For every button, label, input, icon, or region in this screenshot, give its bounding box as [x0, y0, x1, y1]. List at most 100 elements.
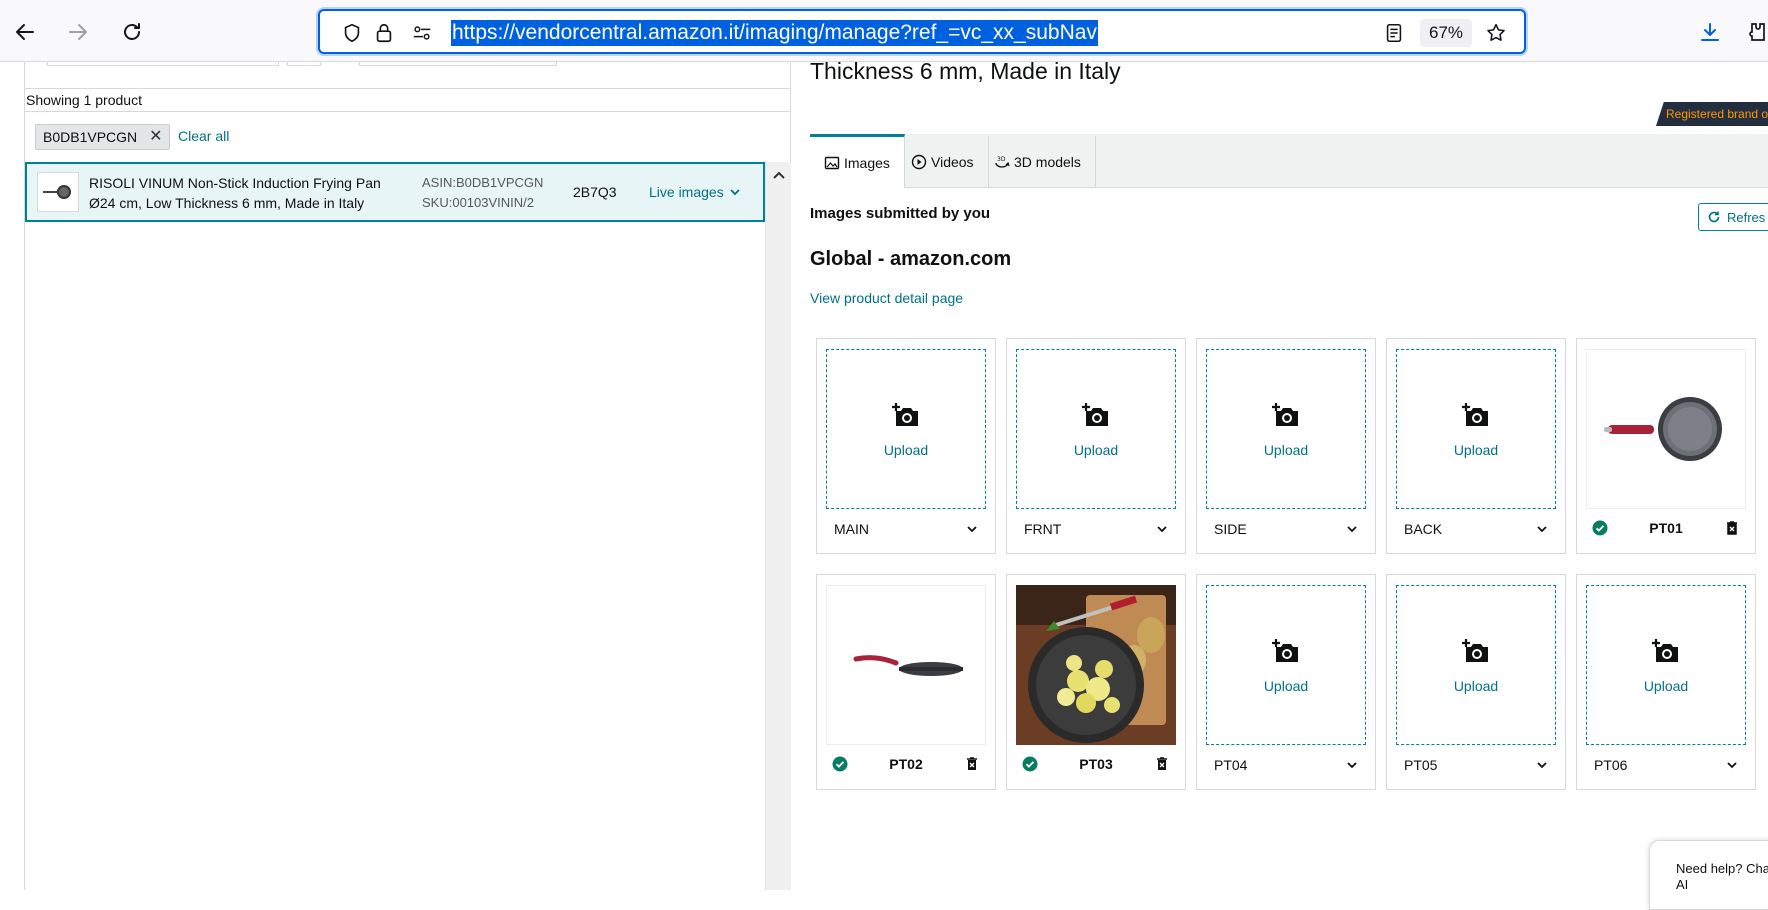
arrow-right-icon — [69, 24, 87, 40]
image-slot-pt04: Upload PT04 — [1196, 574, 1376, 790]
permissions-icon[interactable] — [410, 21, 434, 45]
product-row[interactable]: RISOLI VINUM Non-Stick Induction Frying … — [25, 162, 765, 222]
upload-label: Upload — [883, 441, 929, 458]
reader-view-icon[interactable] — [1382, 21, 1406, 45]
tab-images-label: Images — [844, 154, 890, 171]
reload-icon — [124, 23, 140, 40]
search-controls-cutoff — [47, 62, 557, 70]
image-slot-pt06: Upload PT06 — [1576, 574, 1756, 790]
filter-dropdown-cutoff[interactable] — [359, 62, 557, 66]
marketplace-heading: Global - amazon.com — [810, 248, 1012, 270]
url-text[interactable]: https://vendorcentral.amazon.it/imaging/… — [451, 20, 1098, 46]
image-manager-panel: Thickness 6 mm, Made in Italy Registered… — [792, 58, 1768, 910]
chevron-up-icon[interactable] — [772, 168, 786, 182]
view-product-detail-link[interactable]: View product detail page — [810, 290, 963, 306]
variant-label: PT05 — [1404, 757, 1438, 773]
upload-dropzone[interactable]: Upload — [1206, 349, 1366, 509]
upload-dropzone[interactable]: Upload — [826, 349, 986, 509]
chevron-down-icon — [1347, 762, 1357, 769]
variant-select[interactable]: PT04 — [1206, 751, 1366, 779]
filter-chip-label: B0DB1VPCGN — [43, 129, 138, 145]
image-slot-pt01: PT01 — [1576, 338, 1756, 554]
chevron-down-icon — [1347, 526, 1357, 533]
tab-3d-models[interactable]: 3D 3D models — [980, 136, 1096, 187]
upload-label: Upload — [1073, 441, 1119, 458]
url-bar[interactable]: https://vendorcentral.amazon.it/imaging/… — [318, 9, 1526, 54]
refresh-label: Refres — [1727, 209, 1766, 225]
delete-icon[interactable] — [964, 756, 980, 772]
3d-rotate-icon: 3D — [995, 156, 1010, 168]
variant-label: SIDE — [1214, 521, 1247, 537]
upload-dropzone[interactable]: Upload — [1396, 585, 1556, 745]
image-slot-back: Upload BACK — [1386, 338, 1566, 554]
product-image-pt01[interactable] — [1586, 349, 1746, 509]
remove-filter-icon[interactable]: ✕ — [149, 125, 162, 149]
chevron-down-icon — [967, 526, 977, 533]
upload-dropzone[interactable]: Upload — [1396, 349, 1556, 509]
upload-dropzone[interactable]: Upload — [1206, 585, 1366, 745]
live-images-dropdown[interactable]: Live images — [649, 184, 741, 200]
camera-add-icon — [1460, 401, 1492, 436]
results-count: Showing 1 product — [25, 88, 791, 112]
search-button-cutoff[interactable] — [287, 62, 321, 66]
image-icon — [824, 156, 840, 169]
lock-icon[interactable] — [372, 21, 396, 45]
variant-label: PT03 — [1079, 756, 1113, 772]
variant-select[interactable]: PT05 — [1396, 751, 1556, 779]
product-image-pt02[interactable] — [826, 585, 986, 745]
search-input-cutoff[interactable] — [47, 62, 279, 66]
downloads-button[interactable] — [1694, 16, 1726, 48]
variant-label: BACK — [1404, 521, 1443, 537]
delete-icon[interactable] — [1724, 520, 1740, 536]
slot-footer: PT01 — [1586, 515, 1746, 541]
tab-images[interactable]: Images — [810, 134, 905, 188]
camera-add-icon — [1270, 401, 1302, 436]
upload-dropzone[interactable]: Upload — [1016, 349, 1176, 509]
upload-label: Upload — [1453, 441, 1499, 458]
tab-3d-models-label: 3D models — [1014, 153, 1081, 170]
delete-icon[interactable] — [1154, 756, 1170, 772]
camera-add-icon — [1270, 637, 1302, 672]
list-scrollbar[interactable] — [765, 162, 791, 890]
play-circle-icon — [911, 154, 927, 169]
frying-pan-image — [1604, 397, 1722, 461]
variant-label: MAIN — [834, 521, 869, 537]
camera-add-icon — [890, 401, 922, 436]
variant-select[interactable]: BACK — [1396, 515, 1556, 543]
svg-text:3D: 3D — [997, 156, 1006, 163]
back-button[interactable] — [9, 16, 41, 48]
image-slot-frnt: Upload FRNT — [1006, 338, 1186, 554]
variant-select[interactable]: FRNT — [1016, 515, 1176, 543]
product-image-pt03[interactable] — [1016, 585, 1176, 745]
puzzle-icon — [1749, 23, 1765, 41]
help-chat-line1: Need help? Cha — [1676, 861, 1768, 876]
forward-button[interactable] — [62, 16, 94, 48]
variant-select[interactable]: SIDE — [1206, 515, 1366, 543]
bookmark-star-icon[interactable] — [1484, 21, 1508, 45]
product-thumbnail — [37, 172, 79, 212]
refresh-icon — [1708, 211, 1720, 223]
clear-all-link[interactable]: Clear all — [178, 126, 229, 146]
zoom-level-button[interactable]: 67% — [1420, 19, 1472, 47]
pan-with-potatoes-image — [1016, 585, 1176, 745]
slot-footer: PT03 — [1016, 751, 1176, 777]
product-title-heading: Thickness 6 mm, Made in Italy — [810, 58, 1121, 84]
chevron-down-icon — [1727, 762, 1737, 769]
live-images-label: Live images — [649, 184, 724, 200]
camera-add-icon — [1650, 637, 1682, 672]
variant-select[interactable]: MAIN — [826, 515, 986, 543]
check-circle-icon — [832, 756, 848, 772]
tab-videos[interactable]: Videos — [897, 136, 989, 187]
reload-button[interactable] — [116, 16, 148, 48]
refresh-button[interactable]: Refres — [1698, 203, 1768, 231]
filter-chip: B0DB1VPCGN ✕ — [35, 124, 170, 150]
upload-label: Upload — [1263, 677, 1309, 694]
image-slot-grid: Upload MAIN Upload FRNT Upload SIDE Uplo… — [816, 338, 1756, 790]
submitted-images-heading: Images submitted by you — [810, 205, 991, 222]
shield-icon[interactable] — [340, 21, 364, 45]
variant-select[interactable]: PT06 — [1586, 751, 1746, 779]
extensions-button[interactable] — [1744, 16, 1768, 48]
image-slot-pt03: PT03 — [1006, 574, 1186, 790]
upload-dropzone[interactable]: Upload — [1586, 585, 1746, 745]
help-chat-widget[interactable]: Need help? Cha AI — [1649, 840, 1768, 910]
